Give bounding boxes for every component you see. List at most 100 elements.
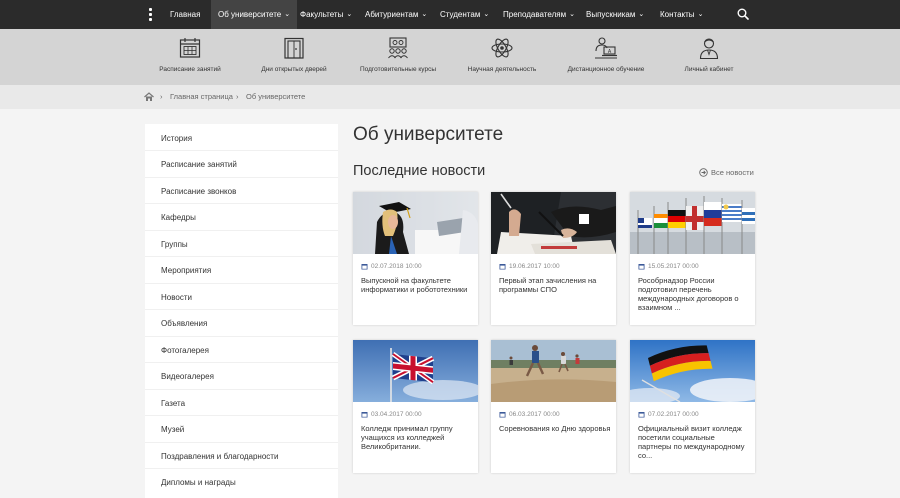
news-card[interactable]: 06.03.2017 00:00 Соревнования ко Дню здо…: [491, 340, 616, 473]
news-date: 19.06.2017 10:00: [499, 263, 560, 270]
home-icon[interactable]: [144, 92, 154, 102]
sidebar-item-groups[interactable]: Группы: [161, 240, 188, 249]
news-card[interactable]: 02.07.2018 10:00 Выпускной на факультете…: [353, 192, 478, 325]
sidebar-divider: [145, 309, 338, 310]
calendar-small-icon: [638, 412, 645, 418]
sidebar-item-bell-schedule[interactable]: Расписание звонков: [161, 187, 236, 196]
sidebar-item-events[interactable]: Мероприятия: [161, 266, 211, 275]
sidebar-item-announcements[interactable]: Объявления: [161, 319, 207, 328]
calendar-small-icon: [361, 412, 368, 418]
news-image-flags[interactable]: [630, 192, 755, 254]
quick-link-schedule[interactable]: Расписание занятий: [150, 29, 230, 85]
news-date: 03.04.2017 00:00: [361, 411, 422, 418]
chevron-down-icon: ⌄: [638, 11, 645, 18]
chevron-down-icon: ⌄: [346, 11, 353, 18]
quick-link-prep-courses[interactable]: Подготовительные курсы: [354, 29, 442, 85]
chevron-down-icon: ⌄: [421, 11, 428, 18]
nav-item-graduates[interactable]: Выпускникам ⌄: [586, 0, 644, 29]
news-date: 07.02.2017 00:00: [638, 411, 699, 418]
quick-link-science[interactable]: Научная деятельность: [462, 29, 542, 85]
sidebar-divider: [145, 203, 338, 204]
chevron-down-icon: ⌄: [483, 11, 490, 18]
sidebar-divider: [145, 442, 338, 443]
news-image-german-flag[interactable]: [630, 340, 755, 402]
nav-item-students[interactable]: Студентам ⌄: [440, 0, 489, 29]
news-title[interactable]: Колледж принимал группу учащихся из колл…: [361, 424, 473, 451]
quick-links-bar: Расписание занятий Дни открытых дверей П…: [0, 29, 900, 85]
news-image-uk-flag[interactable]: [353, 340, 478, 402]
quick-link-distance-learning[interactable]: A Дистанционное обучение: [561, 29, 651, 85]
sidebar-item-photo-gallery[interactable]: Фотогалерея: [161, 346, 209, 355]
chevron-down-icon: ⌄: [284, 11, 291, 18]
menu-dots-icon[interactable]: [149, 8, 152, 21]
news-image-graduation[interactable]: [353, 192, 478, 254]
sidebar-item-news[interactable]: Новости: [161, 293, 192, 302]
sidebar-item-history[interactable]: История: [161, 134, 192, 143]
sidebar-divider: [145, 336, 338, 337]
news-date: 15.05.2017 00:00: [638, 263, 699, 270]
nav-item-contacts[interactable]: Контакты ⌄: [660, 0, 703, 29]
sidebar-menu: История Расписание занятий Расписание зв…: [145, 124, 338, 498]
breadcrumb-home-link[interactable]: Главная страница: [170, 92, 233, 101]
sidebar-item-diplomas[interactable]: Дипломы и награды: [161, 478, 236, 487]
nav-item-teachers[interactable]: Преподавателям ⌄: [503, 0, 575, 29]
top-navigation: Главная Об университете ⌄ Факультеты ⌄ Аби…: [0, 0, 900, 29]
breadcrumb-current: Об университете: [246, 92, 306, 101]
quick-link-open-days[interactable]: Дни открытых дверей: [252, 29, 336, 85]
sidebar-item-newspaper[interactable]: Газета: [161, 399, 185, 408]
user-icon: [699, 38, 719, 60]
nav-item-faculties[interactable]: Факультеты ⌄: [300, 0, 352, 29]
news-title[interactable]: Соревнования ко Дню здоровья: [499, 424, 611, 433]
nav-item-about[interactable]: Об университете ⌄: [211, 0, 298, 29]
calendar-small-icon: [638, 264, 645, 270]
sidebar-divider: [145, 362, 338, 363]
calendar-small-icon: [361, 264, 368, 270]
sidebar-item-departments[interactable]: Кафедры: [161, 213, 196, 222]
courses-icon: [388, 37, 408, 59]
sidebar-item-museum[interactable]: Музей: [161, 425, 184, 434]
news-card[interactable]: 15.05.2017 00:00 Рособрнадзор России под…: [630, 192, 755, 325]
news-date: 02.07.2018 10:00: [361, 263, 422, 270]
sidebar-divider: [145, 256, 338, 257]
all-news-link[interactable]: Все новости: [699, 168, 754, 177]
sidebar-divider: [145, 177, 338, 178]
atom-icon: [491, 38, 513, 58]
news-image-runners[interactable]: [491, 340, 616, 402]
quick-link-label: Научная деятельность: [467, 66, 537, 73]
sidebar-divider: [145, 389, 338, 390]
news-card[interactable]: 19.06.2017 10:00 Первый этап зачисления …: [491, 192, 616, 325]
arrow-circle-icon: [699, 168, 708, 177]
quick-link-label: Дни открытых дверей: [261, 66, 327, 73]
sidebar-divider: [145, 283, 338, 284]
page-title: Об университете: [353, 124, 504, 145]
news-card[interactable]: 07.02.2017 00:00 Официальный визит колле…: [630, 340, 755, 473]
quick-link-label: Дистанционное обучение: [567, 66, 645, 73]
all-news-label: Все новости: [711, 168, 754, 177]
door-icon: [284, 37, 304, 59]
news-date: 06.03.2017 00:00: [499, 411, 560, 418]
sidebar-divider: [145, 150, 338, 151]
quick-link-account[interactable]: Личный кабинет: [676, 29, 742, 85]
quick-link-label: Личный кабинет: [684, 66, 734, 73]
news-title[interactable]: Официальный визит колледж посетили социа…: [638, 424, 750, 460]
calendar-small-icon: [499, 264, 506, 270]
nav-item-applicants[interactable]: Абитуриентам ⌄: [365, 0, 427, 29]
breadcrumb-separator-icon: ›: [236, 92, 239, 101]
sidebar-item-class-schedule[interactable]: Расписание занятий: [161, 160, 237, 169]
news-title[interactable]: Выпускной на факультете информатики и ро…: [361, 276, 473, 294]
sidebar-item-video-gallery[interactable]: Видеогалерея: [161, 372, 214, 381]
calendar-small-icon: [499, 412, 506, 418]
quick-link-label: Подготовительные курсы: [359, 66, 437, 73]
chevron-down-icon: ⌄: [569, 11, 575, 18]
quick-link-label: Расписание занятий: [159, 66, 221, 73]
calendar-icon: [179, 38, 201, 58]
news-title[interactable]: Первый этап зачисления на программы СПО: [499, 276, 611, 294]
chevron-down-icon: ⌄: [697, 11, 704, 18]
news-card[interactable]: 03.04.2017 00:00 Колледж принимал группу…: [353, 340, 478, 473]
news-title[interactable]: Рособрнадзор России подготовил перечень …: [638, 276, 750, 312]
nav-item-home[interactable]: Главная: [170, 0, 200, 29]
sidebar-divider: [145, 415, 338, 416]
search-icon[interactable]: [737, 8, 749, 20]
sidebar-item-congratulations[interactable]: Поздравления и благодарности: [161, 452, 278, 461]
news-image-signing[interactable]: [491, 192, 616, 254]
